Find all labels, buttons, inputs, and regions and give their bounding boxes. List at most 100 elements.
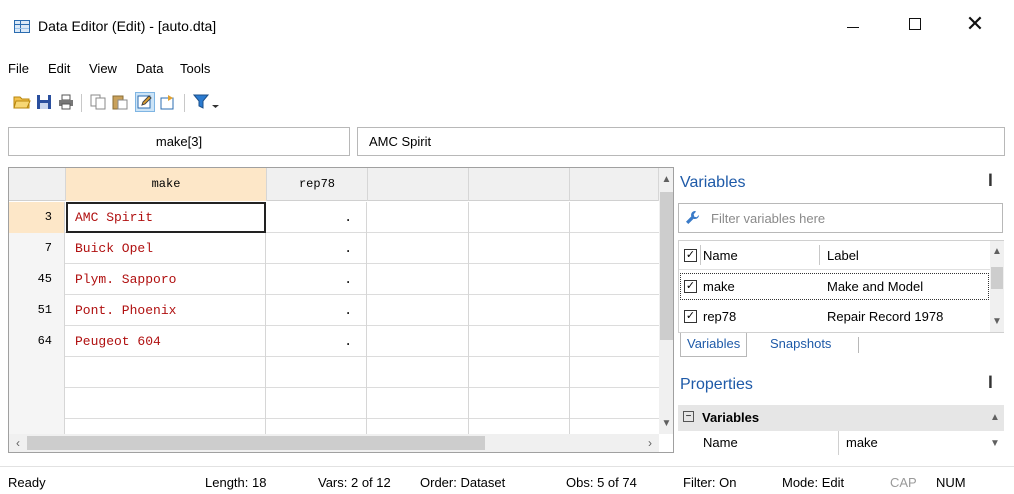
scroll-up-icon[interactable]: ▲ [990,243,1004,261]
table-cell-empty[interactable] [66,388,266,419]
row-number[interactable]: 64 [9,326,65,357]
scroll-down-icon[interactable]: ▼ [990,313,1004,331]
table-cell-empty[interactable] [66,419,266,434]
window-title: Data Editor (Edit) - [auto.dta] [38,18,217,34]
scroll-down-icon[interactable]: ▼ [659,414,673,434]
grid-vertical-scrollbar[interactable]: ▲ ▼ [659,168,673,434]
save-button[interactable] [34,92,54,112]
column-header-empty[interactable] [469,168,570,201]
table-cell-empty[interactable] [469,295,570,326]
table-cell-rep78[interactable]: . [267,233,367,264]
filter-variables-input[interactable]: Filter variables here [678,203,1003,233]
table-cell-empty[interactable] [267,357,367,388]
paste-button[interactable] [110,92,130,112]
variable-checkbox[interactable]: ✓ [684,310,697,323]
scroll-up-icon[interactable]: ▲ [990,412,1000,423]
table-cell-make[interactable]: Buick Opel [66,233,266,264]
table-cell-empty[interactable] [368,233,469,264]
header-label[interactable]: Label [827,248,859,263]
column-header-empty[interactable] [570,168,659,201]
maximize-button[interactable] [892,8,938,40]
column-divider [819,245,820,265]
open-button[interactable] [12,92,32,112]
table-cell-rep78[interactable]: . [267,326,367,357]
table-cell-empty[interactable] [469,326,570,357]
filter-icon [193,94,219,109]
pin-icon[interactable]: ꟾ [988,174,993,190]
close-button[interactable]: ✕ [952,8,998,40]
table-cell-empty[interactable] [469,388,570,419]
scroll-right-icon[interactable]: › [641,434,659,452]
cell-value-input[interactable]: AMC Spirit [357,127,1005,156]
filter-button[interactable] [192,92,222,112]
variable-row[interactable]: ✓ rep78 Repair Record 1978 [679,302,990,331]
table-cell-empty[interactable] [368,295,469,326]
table-cell-empty[interactable] [469,202,570,233]
table-cell-rep78[interactable]: . [267,202,367,233]
table-cell-empty[interactable] [368,419,469,434]
table-cell-empty[interactable] [368,264,469,295]
select-all-checkbox[interactable]: ✓ [684,249,697,262]
scroll-thumb[interactable] [660,192,673,340]
collapse-icon[interactable]: − [683,411,694,422]
status-length: Length: 18 [205,475,267,490]
table-cell-empty[interactable] [368,357,469,388]
table-cell-empty[interactable] [368,388,469,419]
table-cell-empty[interactable] [469,357,570,388]
table-cell-rep78[interactable]: . [267,295,367,326]
minimize-button[interactable] [830,8,876,40]
scroll-left-icon[interactable]: ‹ [9,434,27,452]
row-number[interactable]: 7 [9,233,65,264]
tab-variables[interactable]: Variables [680,333,748,357]
row-number[interactable] [9,419,65,434]
scroll-down-icon[interactable]: ▼ [990,438,1000,449]
property-row[interactable]: Name make ▼ [678,431,1004,455]
scroll-thumb[interactable] [27,436,485,450]
table-cell-empty[interactable] [469,419,570,434]
browse-mode-icon [160,95,174,110]
table-cell-empty[interactable] [267,419,367,434]
variable-checkbox[interactable]: ✓ [684,280,697,293]
table-cell-make[interactable]: Pont. Phoenix [66,295,266,326]
copy-button[interactable] [88,92,108,112]
table-cell-empty[interactable] [469,233,570,264]
print-button[interactable] [56,92,76,112]
header-name[interactable]: Name [703,248,738,263]
row-number[interactable]: 45 [9,264,65,295]
tab-snapshots[interactable]: Snapshots [764,333,837,357]
menu-view[interactable]: View [89,61,117,76]
menu-tools[interactable]: Tools [180,61,210,76]
browse-mode-button[interactable] [158,92,178,112]
table-cell-make[interactable]: Plym. Sapporo [66,264,266,295]
variable-row[interactable]: ✓ make Make and Model [679,272,990,301]
table-cell-make[interactable]: AMC Spirit [66,202,266,233]
corner-cell[interactable] [9,168,66,201]
property-value[interactable]: make [846,435,878,450]
grid-horizontal-scrollbar[interactable]: ‹ › [9,434,659,452]
table-cell-make[interactable]: Peugeot 604 [66,326,266,357]
properties-group-header[interactable]: − Variables ▲ [678,405,1004,431]
row-number[interactable] [9,388,65,419]
table-cell-empty[interactable] [267,388,367,419]
table-cell-empty[interactable] [66,357,266,388]
variables-scrollbar[interactable]: ▲ ▼ [990,241,1004,332]
row-number[interactable]: 51 [9,295,65,326]
menu-data[interactable]: Data [136,61,163,76]
table-cell-empty[interactable] [368,202,469,233]
table-row: 64 Peugeot 604 . [9,326,659,357]
scroll-thumb[interactable] [991,267,1003,289]
row-number[interactable]: 3 [9,202,65,233]
pin-icon[interactable]: ꟾ [988,376,993,392]
menu-file[interactable]: File [8,61,29,76]
column-header-make[interactable]: make [66,168,267,201]
table-cell-empty[interactable] [368,326,469,357]
table-cell-empty[interactable] [469,264,570,295]
table-cell-rep78[interactable]: . [267,264,367,295]
status-filter: Filter: On [683,475,737,490]
column-header-empty[interactable] [368,168,469,201]
edit-mode-button[interactable] [135,92,155,112]
scroll-up-icon[interactable]: ▲ [659,170,673,190]
column-header-rep78[interactable]: rep78 [267,168,368,201]
row-number[interactable] [9,357,65,388]
menu-edit[interactable]: Edit [48,61,70,76]
